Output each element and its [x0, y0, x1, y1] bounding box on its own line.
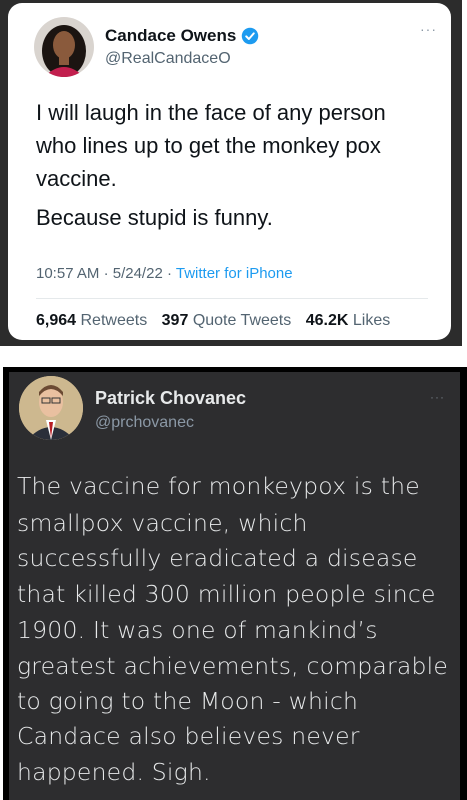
tweet-text-line: Candace also believes never: [17, 722, 360, 750]
likes-count: 46.2K: [305, 312, 349, 329]
tweet-card-frame: Candace Owens @RealCandaceO ··· I will l…: [0, 0, 462, 346]
tweet-text-line: smallpox vaccine, which: [17, 509, 308, 537]
tweet-text-line: I will laugh in the face of any person: [36, 100, 386, 125]
tweet-text-line: that killed 300 million people since: [17, 580, 436, 608]
tweet-card-candace[interactable]: Candace Owens @RealCandaceO ··· I will l…: [8, 3, 451, 340]
retweets-label: Retweets: [80, 312, 148, 329]
tweet-text-line: vaccine.: [36, 166, 117, 191]
tweet-text-line: happened. Sigh.: [17, 758, 211, 786]
avatar[interactable]: [19, 376, 83, 440]
tweet-text-line: to going to the Moon - which: [17, 687, 359, 715]
tweet-card-patrick[interactable]: Patrick Chovanec @prchovanec ··· The vac…: [9, 372, 460, 800]
quote-label: Quote Tweets: [192, 312, 292, 329]
quote-count: 397: [161, 312, 189, 329]
tweet-card-frame: Patrick Chovanec @prchovanec ··· The vac…: [3, 367, 467, 800]
tweet-time[interactable]: 10:57 AM: [36, 265, 99, 282]
retweets-count: 6,964: [36, 312, 77, 329]
user-handle[interactable]: @RealCandaceO: [105, 50, 231, 68]
tweet-date[interactable]: 5/24/22: [113, 265, 163, 282]
meta-separator: ·: [166, 265, 172, 282]
avatar[interactable]: [34, 17, 94, 77]
display-name-text[interactable]: Candace Owens: [105, 26, 236, 46]
tweet-text-line: 1900. It was one of mankind’s: [17, 616, 378, 644]
verified-badge-icon: [242, 27, 259, 45]
tweet-text-line: who lines up to get the monkey pox: [36, 133, 381, 158]
more-dots-icon[interactable]: ···: [420, 21, 437, 37]
likes-label: Likes: [352, 312, 391, 329]
divider: [36, 298, 428, 299]
user-handle[interactable]: @prchovanec: [95, 414, 194, 432]
tweet-meta: 10:57 AM · 5/24/22 · Twitter for iPhone: [36, 265, 293, 282]
quote-tweets-stat[interactable]: 397 Quote Tweets: [162, 312, 292, 329]
meta-separator: ·: [103, 265, 109, 282]
tweet-text-line: The vaccine for monkeypox is the: [17, 472, 420, 500]
more-dots-icon[interactable]: ···: [430, 390, 445, 404]
display-name[interactable]: Candace Owens: [105, 26, 259, 46]
likes-stat[interactable]: 46.2K Likes: [306, 312, 391, 329]
display-name[interactable]: Patrick Chovanec: [95, 388, 246, 409]
tweet-source-link[interactable]: Twitter for iPhone: [176, 265, 293, 282]
tweet-text-line: Because stupid is funny.: [36, 205, 273, 230]
retweets-stat[interactable]: 6,964 Retweets: [36, 312, 147, 329]
tweet-text-line: successfully eradicated a disease: [17, 544, 418, 572]
tweet-text-line: greatest achievements, comparable: [17, 652, 448, 680]
tweet-stats: 6,964 Retweets 397 Quote Tweets 46.2K Li…: [36, 312, 390, 330]
